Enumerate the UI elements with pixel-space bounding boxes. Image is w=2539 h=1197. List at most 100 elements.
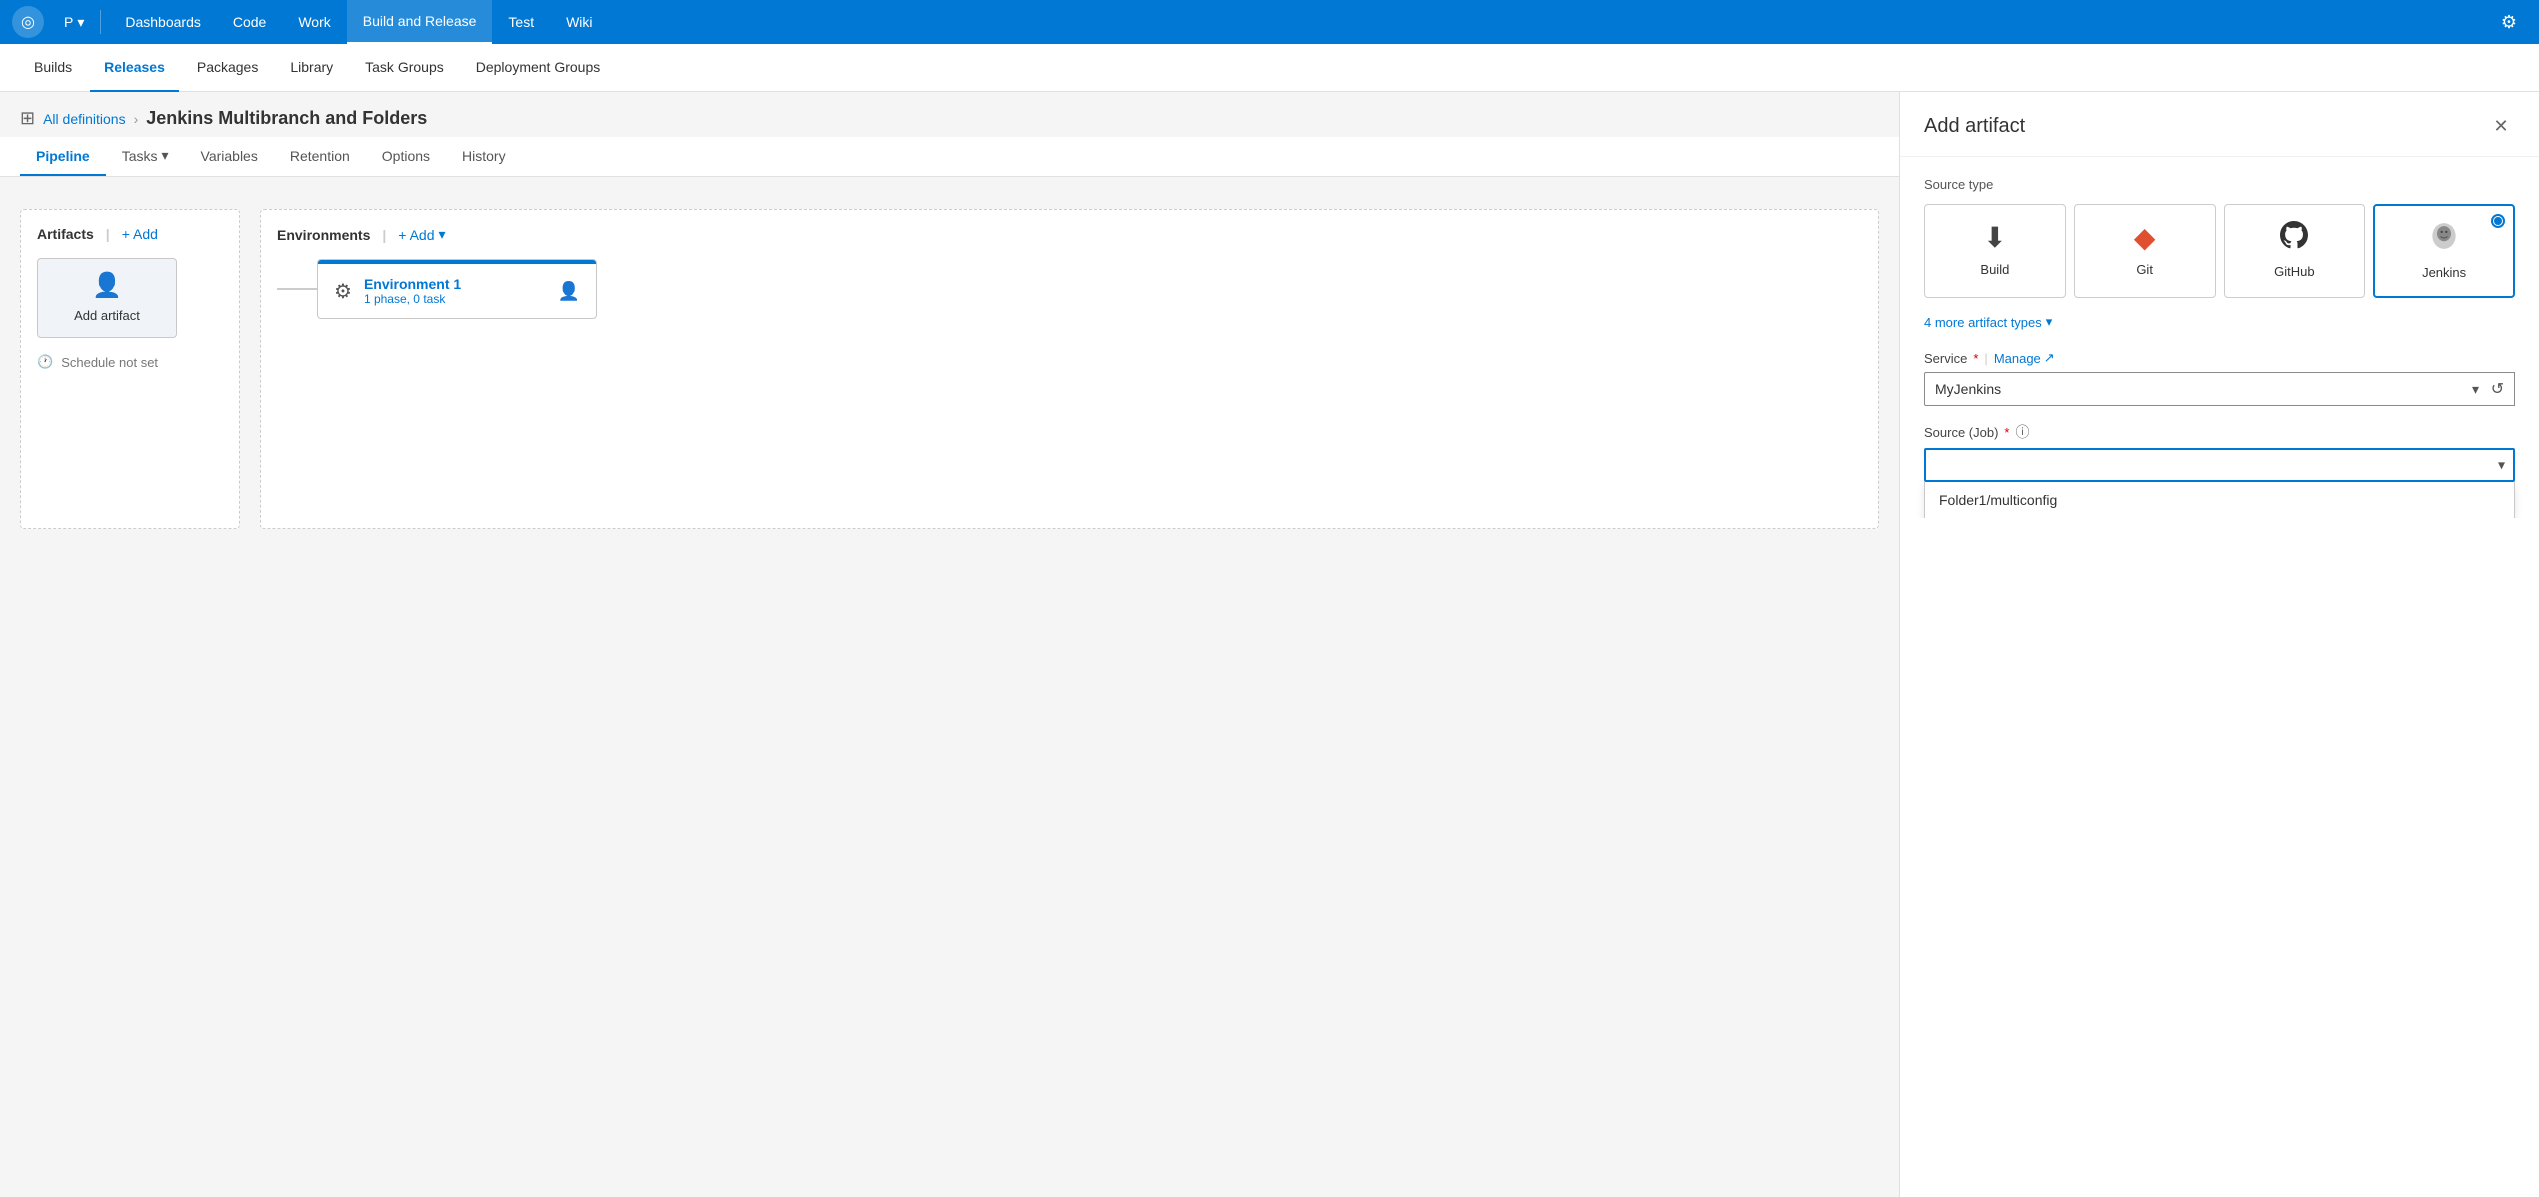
nav-item-work[interactable]: Work [282, 0, 346, 44]
nav-item-test[interactable]: Test [492, 0, 550, 44]
manage-link[interactable]: Manage ↗ [1994, 350, 2055, 366]
manage-external-icon: ↗ [2044, 350, 2055, 366]
nav-item-build-and-release[interactable]: Build and Release [347, 0, 493, 44]
close-button[interactable]: ✕ [2487, 112, 2515, 140]
env-card-content: ⚙ Environment 1 1 phase, 0 task 👤 [318, 264, 596, 318]
artifact-card-label: Add artifact [74, 308, 140, 323]
add-artifact-link[interactable]: + Add [122, 226, 158, 242]
panel-title: Add artifact [1924, 115, 2025, 138]
source-type-grid: ⬇ Build ◆ Git GitHub [1924, 204, 2515, 298]
breadcrumb-separator: › [134, 111, 139, 127]
build-label: Build [1980, 262, 2009, 277]
project-switcher[interactable]: P ▾ [56, 0, 92, 44]
dropdown-item-0[interactable]: Folder1/multiconfig [1925, 482, 2514, 518]
github-icon [2280, 221, 2308, 256]
service-field: Service * | Manage ↗ MyJenkins ▾ ↺ [1924, 350, 2515, 406]
nav-releases[interactable]: Releases [90, 44, 179, 92]
breadcrumb-parent[interactable]: All definitions [43, 111, 126, 127]
source-type-label: Source type [1924, 177, 2515, 192]
refresh-button[interactable]: ↺ [2481, 372, 2515, 406]
environment-name[interactable]: Environment 1 [364, 276, 546, 292]
env-card-icon: ⚙ [334, 279, 352, 304]
git-label: Git [2136, 262, 2153, 277]
service-select[interactable]: MyJenkins [1924, 372, 2515, 406]
tab-retention[interactable]: Retention [274, 138, 366, 176]
secondary-navigation: Builds Releases Packages Library Task Gr… [0, 44, 2539, 92]
tab-history[interactable]: History [446, 138, 522, 176]
artifacts-separator: | [106, 226, 110, 242]
more-types-chevron-icon: ▾ [2046, 314, 2053, 330]
git-icon: ◆ [2134, 221, 2156, 254]
panel-header: Add artifact ✕ [1900, 92, 2539, 157]
nav-items: Dashboards Code Work Build and Release T… [109, 0, 608, 44]
tab-options[interactable]: Options [366, 138, 446, 176]
environment-meta[interactable]: 1 phase, 0 task [364, 292, 546, 306]
source-type-build[interactable]: ⬇ Build [1924, 204, 2066, 298]
breadcrumb: ⊞ All definitions › Jenkins Multibranch … [20, 108, 1879, 129]
source-job-dropdown-list: Folder1/multiconfig Folder2/CoffeeShopAS… [1924, 482, 2515, 518]
source-job-dropdown-wrapper: ▾ Folder1/multiconfig Folder2/CoffeeShop… [1924, 448, 2515, 482]
more-artifact-types-link[interactable]: 4 more artifact types ▾ [1924, 314, 2515, 330]
jenkins-icon [2430, 222, 2458, 257]
source-job-info-icon: ⓘ [2015, 422, 2029, 442]
panel-body: Source type ⬇ Build ◆ Git GitHub [1900, 157, 2539, 518]
env-card-info: Environment 1 1 phase, 0 task [364, 276, 546, 306]
top-nav-right: ⚙ [2491, 4, 2527, 40]
source-job-label: Source (Job) * ⓘ [1924, 422, 2515, 442]
github-label: GitHub [2274, 264, 2314, 279]
artifacts-header: Artifacts | + Add [37, 226, 223, 242]
add-artifact-panel: Add artifact ✕ Source type ⬇ Build ◆ Git [1899, 92, 2539, 1197]
more-types-text: 4 more artifact types [1924, 315, 2042, 330]
top-navigation: ◎ P ▾ Dashboards Code Work Build and Rel… [0, 0, 2539, 44]
service-separator: | [1984, 351, 1987, 366]
left-panel: ⊞ All definitions › Jenkins Multibranch … [0, 92, 1899, 1197]
source-type-git[interactable]: ◆ Git [2074, 204, 2216, 298]
nav-builds[interactable]: Builds [20, 44, 86, 92]
artifact-card[interactable]: 👤 Add artifact [37, 258, 177, 338]
schedule-label: Schedule not set [61, 355, 158, 370]
tab-variables[interactable]: Variables [185, 138, 274, 176]
connection-line [277, 288, 317, 290]
tab-tasks[interactable]: Tasks ▾ [106, 137, 185, 176]
source-job-required: * [2004, 425, 2009, 440]
artifacts-title: Artifacts [37, 226, 94, 242]
add-environment-link[interactable]: + Add ▾ [398, 226, 445, 243]
add-env-chevron-icon: ▾ [438, 226, 445, 243]
environments-header: Environments | + Add ▾ [277, 226, 1862, 243]
settings-icon[interactable]: ⚙ [2491, 4, 2527, 40]
pipeline-content: Artifacts | + Add 👤 Add artifact 🕐 Sched… [20, 193, 1879, 545]
artifacts-panel: Artifacts | + Add 👤 Add artifact 🕐 Sched… [20, 209, 240, 529]
nav-item-wiki[interactable]: Wiki [550, 0, 608, 44]
tab-pipeline[interactable]: Pipeline [20, 138, 106, 176]
schedule-icon: 🕐 [37, 354, 53, 370]
nav-item-code[interactable]: Code [217, 0, 282, 44]
source-job-field: Source (Job) * ⓘ ▾ Folder1/multiconfig F… [1924, 422, 2515, 482]
project-name: P [64, 14, 73, 30]
source-type-github[interactable]: GitHub [2224, 204, 2366, 298]
main-layout: ⊞ All definitions › Jenkins Multibranch … [0, 92, 2539, 1197]
nav-deployment-groups[interactable]: Deployment Groups [462, 44, 615, 92]
service-label: Service * | Manage ↗ [1924, 350, 2515, 366]
env-card-user-icon: 👤 [558, 281, 580, 302]
project-chevron-icon: ▾ [77, 14, 84, 31]
environments-title: Environments [277, 227, 370, 243]
environments-separator: | [382, 227, 386, 243]
source-type-jenkins[interactable]: Jenkins [2373, 204, 2515, 298]
environments-panel: Environments | + Add ▾ ⚙ Environm [260, 209, 1879, 529]
service-select-wrapper: MyJenkins ▾ ↺ [1924, 372, 2515, 406]
nav-packages[interactable]: Packages [183, 44, 272, 92]
nav-library[interactable]: Library [276, 44, 347, 92]
environment-row: ⚙ Environment 1 1 phase, 0 task 👤 [277, 259, 1862, 319]
breadcrumb-current: Jenkins Multibranch and Folders [146, 108, 427, 129]
nav-item-dashboards[interactable]: Dashboards [109, 0, 217, 44]
jenkins-label: Jenkins [2422, 265, 2466, 280]
nav-task-groups[interactable]: Task Groups [351, 44, 458, 92]
tasks-chevron-icon: ▾ [161, 147, 168, 164]
source-job-input[interactable] [1924, 448, 2515, 482]
breadcrumb-icon: ⊞ [20, 108, 35, 129]
service-required: * [1973, 351, 1978, 366]
artifact-card-icon: 👤 [92, 271, 122, 300]
refresh-icon: ↺ [2491, 379, 2504, 399]
pipeline-tabs: Pipeline Tasks ▾ Variables Retention Opt… [0, 137, 1899, 177]
environment-card: ⚙ Environment 1 1 phase, 0 task 👤 [317, 259, 597, 319]
